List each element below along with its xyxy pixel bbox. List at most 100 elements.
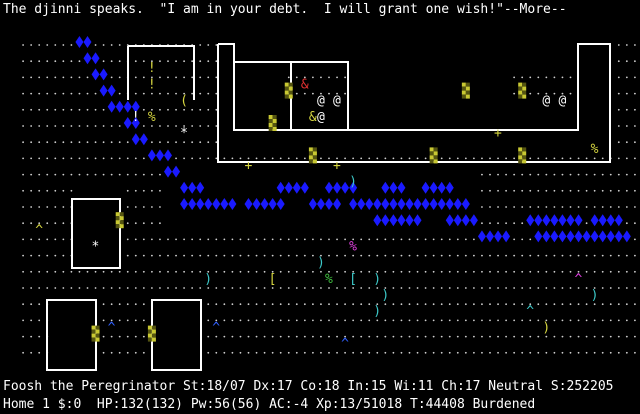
floor-dot bbox=[303, 238, 306, 241]
water-tile bbox=[598, 214, 607, 227]
floor-dot bbox=[62, 254, 65, 257]
floor-dot bbox=[110, 125, 113, 127]
floor-dot bbox=[569, 351, 572, 354]
floor-dot bbox=[207, 351, 210, 354]
floor-dot bbox=[102, 270, 105, 273]
floor-dot bbox=[328, 254, 330, 257]
floor-dot bbox=[424, 238, 427, 241]
floor-dot bbox=[473, 335, 475, 338]
door-tile bbox=[522, 155, 527, 160]
floor-dot bbox=[513, 238, 516, 241]
floor-dot bbox=[561, 189, 564, 192]
floor-dot bbox=[513, 270, 516, 273]
floor-dot bbox=[376, 157, 379, 160]
door-tile bbox=[522, 94, 527, 99]
floor-dot bbox=[553, 189, 556, 192]
floor-dot bbox=[416, 319, 419, 322]
floor-dot bbox=[352, 335, 355, 338]
floor-dot bbox=[142, 238, 145, 241]
floor-dot bbox=[134, 92, 137, 95]
floor-dot bbox=[22, 125, 24, 127]
floor-dot bbox=[142, 76, 145, 79]
water-tile bbox=[107, 100, 116, 113]
floor-dot bbox=[263, 351, 266, 354]
floor-dot bbox=[54, 287, 57, 289]
floor-dot bbox=[513, 92, 516, 95]
room-wall bbox=[128, 45, 195, 100]
door-tile bbox=[268, 115, 273, 119]
floor-dot bbox=[255, 351, 258, 354]
floor-dot bbox=[94, 44, 97, 46]
door-tile bbox=[284, 94, 289, 99]
water-tile bbox=[429, 181, 438, 194]
floor-dot bbox=[585, 206, 588, 208]
floor-dot bbox=[279, 157, 282, 160]
floor-dot bbox=[255, 238, 258, 241]
floor-dot bbox=[223, 335, 226, 338]
water-tile bbox=[566, 214, 575, 227]
floor-dot bbox=[86, 141, 89, 144]
water-tile bbox=[83, 52, 92, 65]
floor-dot bbox=[545, 206, 548, 208]
floor-dot bbox=[521, 254, 524, 257]
floor-dot bbox=[505, 270, 507, 273]
floor-dot bbox=[134, 254, 137, 257]
floor-dot bbox=[199, 125, 202, 127]
door-tile bbox=[268, 119, 273, 123]
floor-dot bbox=[328, 351, 330, 354]
water-tile bbox=[558, 230, 567, 243]
floor-dot bbox=[134, 222, 137, 225]
water-tile bbox=[268, 198, 277, 210]
floor-dot bbox=[529, 157, 532, 160]
floor-dot bbox=[22, 351, 24, 354]
water-tile bbox=[582, 230, 591, 243]
monster-glyph: @ bbox=[333, 94, 341, 109]
floor-dot bbox=[416, 270, 419, 273]
floor-dot bbox=[287, 270, 290, 273]
floor-dot bbox=[110, 60, 113, 63]
floor-dot bbox=[617, 206, 620, 208]
water-tile bbox=[389, 214, 398, 227]
armor-glyph: [ bbox=[269, 272, 277, 287]
floor-dot bbox=[151, 141, 153, 144]
floor-dot bbox=[22, 254, 24, 257]
floor-dot bbox=[142, 270, 145, 273]
floor-dot bbox=[287, 157, 290, 160]
floor-dot bbox=[368, 238, 371, 241]
floor-dot bbox=[634, 173, 636, 176]
floor-dot bbox=[392, 270, 395, 273]
floor-dot bbox=[22, 60, 24, 63]
floor-dot bbox=[513, 206, 516, 208]
trap-glyph: ^ bbox=[212, 320, 220, 335]
floor-dot bbox=[328, 287, 330, 289]
floor-dot bbox=[432, 351, 435, 354]
floor-dot bbox=[295, 319, 298, 322]
floor-dot bbox=[30, 76, 33, 79]
floor-dot bbox=[344, 270, 346, 273]
floor-dot bbox=[617, 157, 620, 160]
door-glyph: + bbox=[494, 126, 502, 141]
floor-dot bbox=[62, 60, 65, 63]
floor-dot bbox=[617, 108, 620, 111]
floor-dot bbox=[432, 303, 435, 306]
floor-dot bbox=[408, 319, 411, 322]
floor-dot bbox=[183, 238, 186, 241]
floor-dot bbox=[392, 157, 395, 160]
floor-dot bbox=[529, 254, 532, 257]
floor-dot bbox=[239, 254, 242, 257]
floor-dot bbox=[151, 173, 153, 176]
floor-dot bbox=[569, 76, 572, 79]
floor-dot bbox=[263, 287, 266, 289]
floor-dot bbox=[634, 44, 636, 46]
terminal-screen[interactable]: The djinni speaks. "I am in your debt. I… bbox=[0, 0, 640, 414]
floor-dot bbox=[408, 270, 411, 273]
floor-dot bbox=[167, 287, 169, 289]
floor-dot bbox=[376, 335, 379, 338]
floor-dot bbox=[553, 76, 556, 79]
floor-dot bbox=[134, 173, 137, 176]
floor-dot bbox=[320, 157, 322, 160]
floor-dot bbox=[384, 335, 387, 338]
water-tile bbox=[445, 181, 454, 194]
floor-dot bbox=[295, 303, 298, 306]
floor-dot bbox=[416, 287, 419, 289]
